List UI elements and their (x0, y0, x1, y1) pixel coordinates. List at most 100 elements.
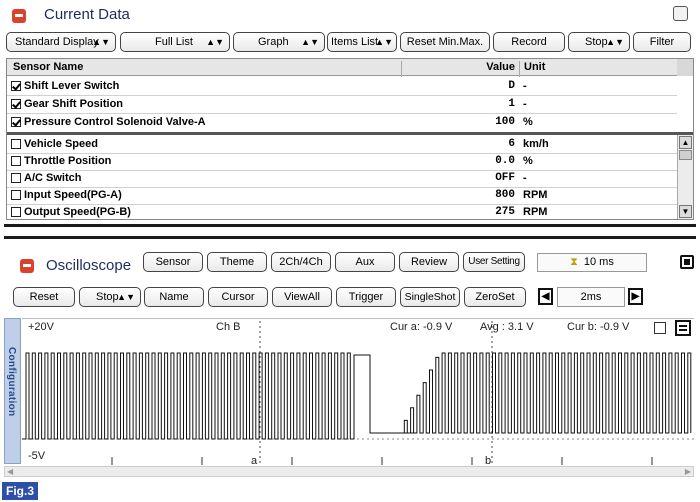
display-menu-icon[interactable] (675, 320, 691, 336)
items-list-select[interactable]: Items List ▲▼ (327, 32, 397, 52)
select-arrow-icon: ▲▼ (301, 37, 319, 47)
stop-select[interactable]: Stop ▲▼ (568, 32, 630, 52)
oscilloscope-display[interactable] (22, 318, 694, 465)
collapse-oscilloscope-icon[interactable] (20, 259, 34, 273)
row-checkbox[interactable] (11, 207, 21, 217)
stop-square-icon[interactable] (680, 255, 694, 269)
reset-minmax-label: Reset Min.Max. (406, 36, 484, 48)
table-row[interactable]: Shift Lever Switch D - (7, 78, 677, 95)
time-axis-ticks (111, 457, 653, 465)
row-checkbox[interactable] (11, 156, 21, 166)
filter-button[interactable]: Filter (633, 32, 691, 52)
display-option-checkbox[interactable] (654, 322, 666, 334)
configuration-tab[interactable]: Configuration (4, 318, 21, 464)
sensor-unit: km/h (523, 138, 549, 150)
single-shot-label: SingleShot (404, 291, 456, 303)
sensor-unit: % (523, 155, 533, 167)
single-shot-button[interactable]: SingleShot (400, 287, 460, 307)
scroll-down-icon[interactable]: ▼ (679, 205, 692, 218)
panel-divider[interactable] (4, 224, 696, 227)
filter-label: Filter (649, 36, 675, 48)
select-arrow-icon: ▲▼ (206, 37, 224, 47)
waveform-canvas (22, 321, 694, 465)
select-arrow-icon: ▲▼ (117, 292, 135, 302)
sensor-unit: RPM (523, 206, 548, 218)
fixed-rows-separator[interactable] (7, 132, 693, 135)
sensor-name: Shift Lever Switch (24, 80, 120, 92)
name-button[interactable]: Name (144, 287, 204, 307)
items-list-label: Items List (331, 36, 379, 48)
top-voltage-label: +20V (28, 321, 54, 333)
cursor-b-readout: Cur b: -0.9 V (567, 321, 630, 333)
sensor-name: Output Speed(PG-B) (24, 206, 131, 218)
sensor-unit: - (523, 172, 527, 184)
sensor-value: 800 (495, 189, 515, 201)
row-checkbox[interactable] (11, 81, 21, 91)
reset-minmax-button[interactable]: Reset Min.Max. (400, 32, 490, 52)
row-checkbox[interactable] (11, 190, 21, 200)
trigger-button[interactable]: Trigger (336, 287, 396, 307)
current-data-header: Current Data (0, 0, 700, 30)
zero-set-button[interactable]: ZeroSet (464, 287, 526, 307)
collapse-current-data-icon[interactable] (12, 9, 26, 23)
bottom-voltage-label: -5V (28, 450, 46, 462)
time-div-decrease-icon[interactable]: ◀ (538, 288, 553, 305)
review-button[interactable]: Review (399, 252, 459, 272)
cursor-label: Cursor (221, 291, 255, 303)
user-setting-button[interactable]: User Setting (463, 252, 525, 272)
scroll-up-icon[interactable]: ▲ (679, 136, 692, 149)
sensor-name: Pressure Control Solenoid Valve-A (24, 116, 206, 128)
scroll-left-icon[interactable]: ◀ (7, 467, 13, 476)
column-header-value[interactable]: Value (401, 61, 517, 77)
window-restore-icon[interactable] (673, 6, 688, 21)
scroll-thumb[interactable] (679, 150, 692, 160)
table-row[interactable]: Vehicle Speed 6 km/h (7, 136, 677, 153)
trigger-label: Trigger (348, 291, 384, 303)
column-header-unit[interactable]: Unit (519, 61, 545, 77)
table-row[interactable]: Output Speed(PG-B) 275 RPM (7, 204, 677, 219)
cursor-a-readout: Cur a: -0.9 V (390, 321, 453, 333)
graph-select[interactable]: Graph ▲▼ (233, 32, 325, 52)
channel-label: Ch B (216, 321, 241, 333)
full-list-select[interactable]: Full List ▲▼ (120, 32, 230, 52)
row-checkbox[interactable] (11, 117, 21, 127)
sensor-value: 0.0 (495, 155, 515, 167)
theme-button[interactable]: Theme (207, 252, 267, 272)
row-checkbox[interactable] (11, 139, 21, 149)
panel-divider[interactable] (4, 236, 696, 239)
column-header-sensor-name[interactable]: Sensor Name (13, 61, 83, 73)
time-div-increase-icon[interactable]: ▶ (628, 288, 643, 305)
view-all-button[interactable]: ViewAll (272, 287, 332, 307)
scroll-right-icon[interactable]: ▶ (685, 467, 691, 476)
select-arrow-icon: ▲▼ (375, 37, 393, 47)
channels-button[interactable]: 2Ch/4Ch (271, 252, 331, 272)
record-button[interactable]: Record (493, 32, 565, 52)
aux-label: Aux (355, 256, 375, 268)
full-list-label: Full List (155, 36, 193, 48)
table-row[interactable]: Pressure Control Solenoid Valve-A 100 % (7, 114, 677, 131)
sensor-unit: % (523, 116, 533, 128)
current-data-panel: Current Data Standard Display ▲▼ Full Lis… (0, 0, 700, 240)
scope-horizontal-scrollbar[interactable]: ◀ ▶ (4, 466, 694, 477)
standard-display-label: Standard Display (15, 36, 99, 48)
aux-button[interactable]: Aux (335, 252, 395, 272)
row-checkbox[interactable] (11, 99, 21, 109)
stop-label: Stop (585, 36, 608, 48)
table-row[interactable]: A/C Switch OFF - (7, 170, 677, 187)
sensor-name: Throttle Position (24, 155, 112, 167)
scope-stop-label: Stop (96, 291, 119, 303)
standard-display-select[interactable]: Standard Display ▲▼ (6, 32, 116, 52)
cursor-button[interactable]: Cursor (208, 287, 268, 307)
scope-stop-select[interactable]: Stop ▲▼ (79, 287, 141, 307)
row-checkbox[interactable] (11, 173, 21, 183)
table-vertical-scrollbar[interactable]: ▲ ▼ (677, 135, 693, 219)
table-row[interactable]: Input Speed(PG-A) 800 RPM (7, 187, 677, 204)
graph-label: Graph (258, 36, 289, 48)
average-readout: Avg : 3.1 V (480, 321, 534, 333)
reset-button[interactable]: Reset (13, 287, 75, 307)
sensor-value: OFF (495, 172, 515, 184)
table-row[interactable]: Gear Shift Position 1 - (7, 96, 677, 113)
sensor-button[interactable]: Sensor (143, 252, 203, 272)
table-row[interactable]: Throttle Position 0.0 % (7, 153, 677, 170)
view-all-label: ViewAll (284, 291, 320, 303)
